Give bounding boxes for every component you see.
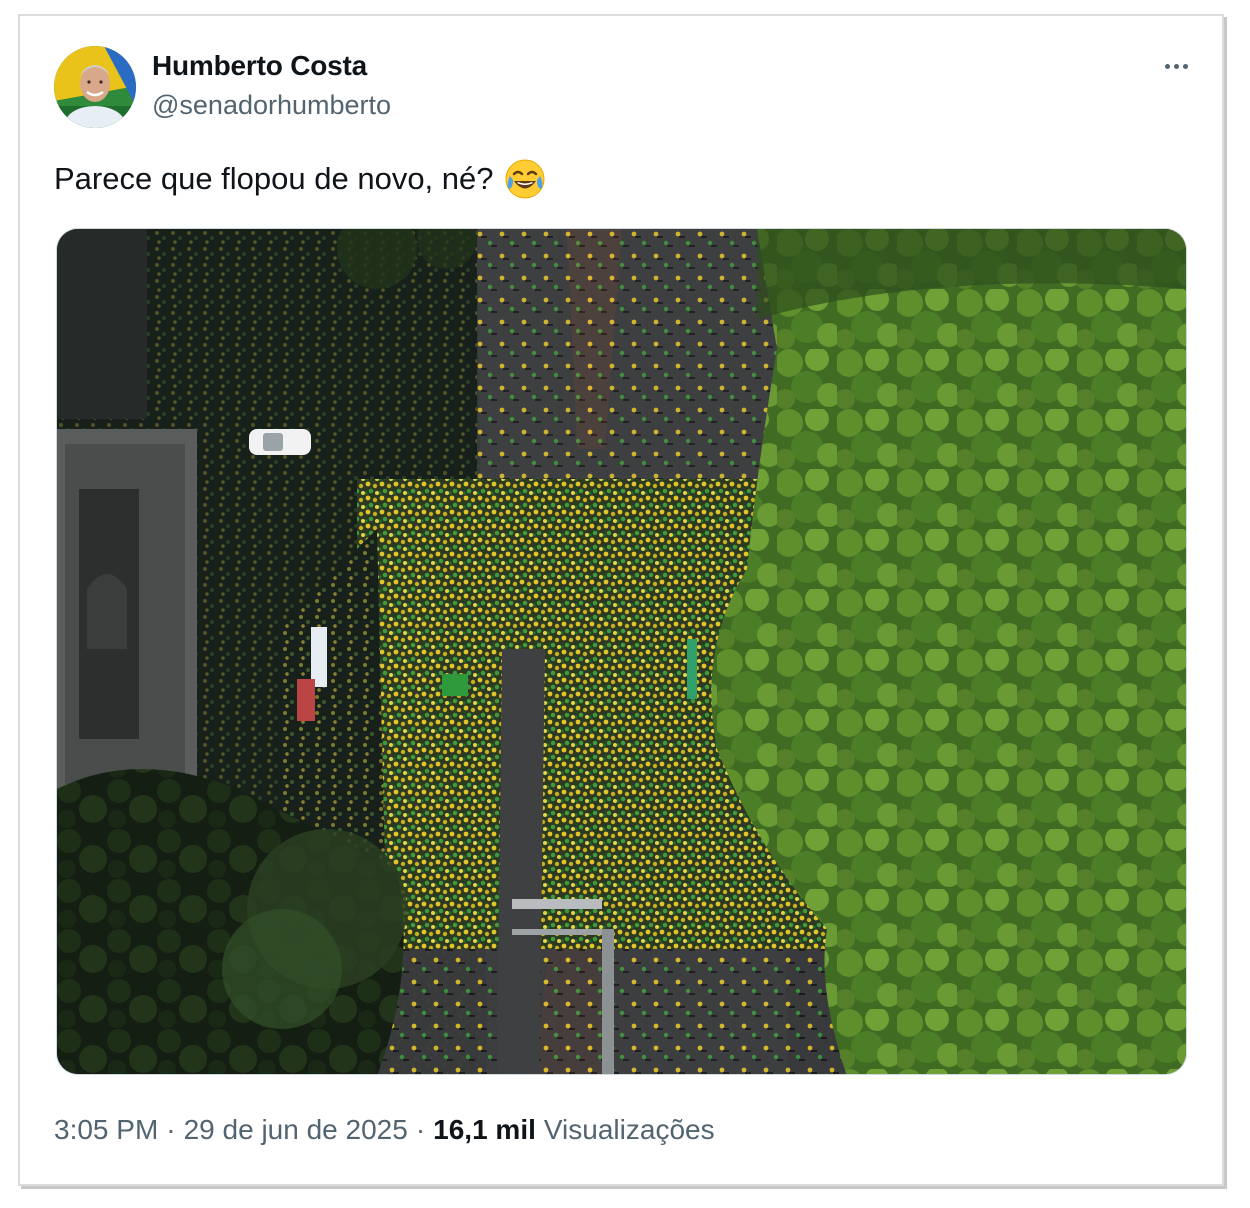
tweet-photo[interactable] [56,228,1187,1075]
meta-separator: · [166,1114,176,1145]
author-name[interactable]: Humberto Costa [152,50,367,82]
aerial-crowd-photo [57,229,1186,1074]
profile-photo-avatar [54,46,136,128]
face-with-tears-of-joy-icon [504,158,546,200]
meta-separator: · [415,1114,426,1145]
tweet-date[interactable]: 29 de jun de 2025 [184,1114,408,1146]
more-horizontal-icon [1164,63,1170,69]
more-options-button[interactable] [1156,54,1196,78]
tweet-metadata: 3:05 PM · 29 de jun de 2025 · 16,1 mil V… [54,1114,715,1146]
tweet-card: Humberto Costa @senadorhumberto Parece q… [18,14,1224,1186]
tweet-text: Parece que flopou de novo, né? [54,158,546,200]
author-avatar[interactable] [54,46,136,128]
views-label: Visualizações [543,1114,715,1145]
tweet-time[interactable]: 3:05 PM [54,1114,158,1146]
tweet-text-body: Parece que flopou de novo, né? [54,161,494,196]
views-count: 16,1 mil [433,1114,536,1145]
author-handle[interactable]: @senadorhumberto [152,90,391,121]
